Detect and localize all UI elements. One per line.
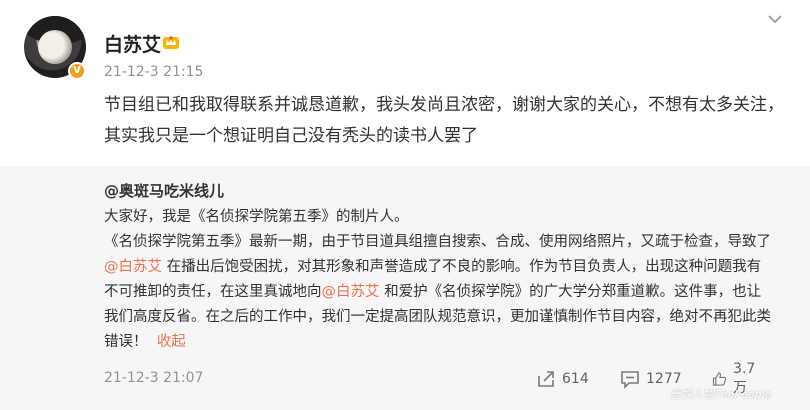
- repost-paragraph: 《名侦探学院第五季》最新一期，由于节目道具组擅自搜索、合成、使用网络照片，又疏于…: [104, 230, 774, 355]
- more-menu-button[interactable]: [760, 8, 790, 30]
- comment-icon: [621, 371, 639, 389]
- comment-count: 1277: [646, 371, 682, 387]
- repost-text-part: 《名侦探学院第五季》最新一期，由于节目道具组擅自搜索、合成、使用网络照片，又疏于…: [104, 234, 771, 250]
- repost-author[interactable]: @奥斑马吃米线儿: [104, 180, 224, 201]
- repost-timestamp[interactable]: 21-12-3 21:07: [104, 370, 203, 386]
- share-count: 614: [562, 371, 589, 387]
- repost-line-1: 大家好，我是《名侦探学院第五季》的制片人。: [104, 209, 409, 225]
- share-icon: [538, 371, 554, 387]
- mention-link[interactable]: @白苏艾: [104, 259, 162, 275]
- weibo-post: V 白苏艾 21-12-3 21:15 节目组已和我取得联系并诚恳道歉，我头发尚…: [0, 0, 810, 410]
- author-name[interactable]: 白苏艾: [104, 30, 161, 57]
- collapse-link[interactable]: 收起: [157, 334, 186, 350]
- member-crown-icon[interactable]: [162, 34, 180, 50]
- repost-block[interactable]: @奥斑马吃米线儿 大家好，我是《名侦探学院第五季》的制片人。 《名侦探学院第五季…: [0, 166, 810, 410]
- chevron-down-icon: [768, 14, 782, 23]
- post-timestamp[interactable]: 21-12-3 21:15: [104, 64, 203, 80]
- verified-badge-icon: V: [68, 62, 86, 80]
- share-button[interactable]: 614: [536, 366, 589, 392]
- post-content: 节目组已和我取得联系并诚恳道歉，我头发尚且浓密，谢谢大家的关心，不想有太多关注，…: [104, 95, 784, 146]
- mention-link[interactable]: @白苏艾: [322, 284, 380, 300]
- repost-text: 大家好，我是《名侦探学院第五季》的制片人。 《名侦探学院第五季》最新一期，由于节…: [104, 205, 774, 355]
- watermark: 壹娱人物ThePeople: [670, 388, 772, 401]
